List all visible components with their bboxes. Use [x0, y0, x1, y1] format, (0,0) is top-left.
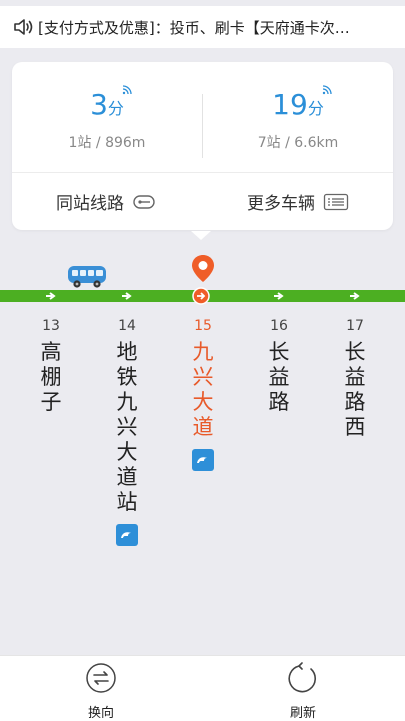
switch-direction-label: 换向: [87, 706, 114, 721]
speaker-icon: [14, 19, 33, 35]
more-vehicles-button[interactable]: 更多车辆: [203, 173, 393, 230]
station-14[interactable]: 14 地 铁 九 兴 大 道 站: [107, 318, 147, 550]
arrival-card: 3分 1站 / 896m 19分 7站 / 6.6km 同站线路 更多车辆: [12, 62, 393, 230]
direction-arrow-icon: [122, 292, 132, 300]
metro-icon: [192, 449, 214, 471]
current-stop-marker-icon: [192, 287, 210, 305]
station-13[interactable]: 13 高 棚 子: [31, 318, 71, 415]
refresh-label: 刷新: [289, 706, 316, 721]
station-name: 长 益 路: [268, 340, 290, 414]
switch-direction-button[interactable]: 换向: [71, 662, 131, 721]
realtime-signal-icon: [322, 85, 332, 95]
direction-arrow-icon: [350, 292, 360, 300]
station-number: 17: [346, 318, 364, 334]
notice-text: [支付方式及优惠]：投币、刷卡【天府通卡次…: [38, 18, 350, 37]
list-icon: [323, 193, 349, 210]
station-15[interactable]: 15 九 兴 大 道: [183, 318, 223, 475]
station-number: 15: [194, 318, 212, 334]
arrival-detail: 1站 / 896m: [68, 135, 146, 151]
station-name: 地 铁 九 兴 大 道 站: [116, 340, 138, 514]
arrival-unit: 分: [307, 99, 324, 118]
realtime-signal-icon: [122, 85, 132, 95]
metro-icon: [116, 524, 138, 546]
bus-icon[interactable]: [66, 262, 108, 290]
station-name: 九 兴 大 道: [192, 340, 214, 439]
station-17[interactable]: 17 长 益 路 西: [335, 318, 375, 440]
arrival-minutes: 19: [272, 88, 308, 121]
refresh-button[interactable]: 刷新: [273, 662, 333, 721]
station-number: 16: [270, 318, 288, 334]
arrival-next: 3分 1站 / 896m: [12, 62, 202, 172]
arrival-following: 19分 7站 / 6.6km: [203, 62, 393, 172]
transfer-icon: [133, 194, 155, 209]
location-pin-icon: [192, 255, 214, 282]
swap-direction-icon: [86, 663, 116, 693]
direction-arrow-icon: [46, 292, 56, 300]
direction-arrow-icon: [274, 292, 284, 300]
arrival-detail: 7站 / 6.6km: [257, 135, 339, 151]
arrival-minutes: 3: [90, 88, 108, 121]
station-number: 13: [42, 318, 60, 334]
same-station-label: 同站线路: [56, 194, 124, 214]
arrival-unit: 分: [107, 99, 124, 118]
refresh-icon: [288, 662, 316, 693]
bottom-toolbar: 换向 刷新: [0, 655, 405, 721]
station-name: 高 棚 子: [40, 340, 62, 414]
notice-bar[interactable]: [支付方式及优惠]：投币、刷卡【天府通卡次…: [0, 6, 405, 48]
same-station-routes-button[interactable]: 同站线路: [12, 173, 202, 230]
station-number: 14: [118, 318, 136, 334]
station-name: 长 益 路 西: [344, 340, 366, 439]
station-16[interactable]: 16 长 益 路: [259, 318, 299, 415]
more-vehicles-label: 更多车辆: [247, 194, 315, 214]
card-pointer: [191, 231, 211, 240]
